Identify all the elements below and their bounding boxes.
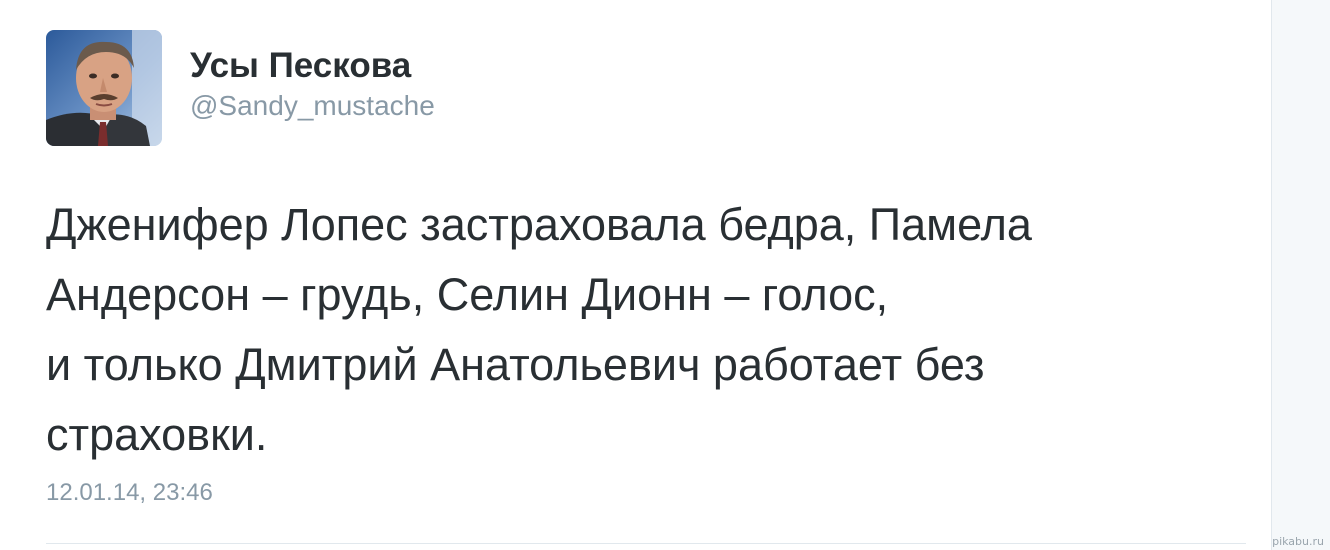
avatar-photo-icon — [46, 30, 162, 146]
tweet-text-line: страховки. — [46, 409, 268, 460]
tweet-text-line: Андерсон – грудь, Селин Дионн – голос, — [46, 269, 889, 320]
username[interactable]: @Sandy_mustache — [190, 88, 435, 124]
page: Усы Пескова @Sandy_mustache Дженифер Лоп… — [0, 0, 1330, 550]
avatar[interactable] — [46, 30, 162, 146]
watermark: pikabu.ru — [1272, 535, 1324, 548]
divider — [46, 543, 1246, 544]
tweet-text-line: и только Дмитрий Анатольевич работает бе… — [46, 339, 985, 390]
tweet-timestamp[interactable]: 12.01.14, 23:46 — [46, 478, 213, 508]
tweet-text: Дженифер Лопес застраховала бедра, Памел… — [46, 190, 1226, 470]
tweet-text-line: Дженифер Лопес застраховала бедра, Памел… — [46, 199, 1032, 250]
tweet-card: Усы Пескова @Sandy_mustache Дженифер Лоп… — [0, 0, 1272, 550]
display-name[interactable]: Усы Пескова — [190, 44, 411, 88]
